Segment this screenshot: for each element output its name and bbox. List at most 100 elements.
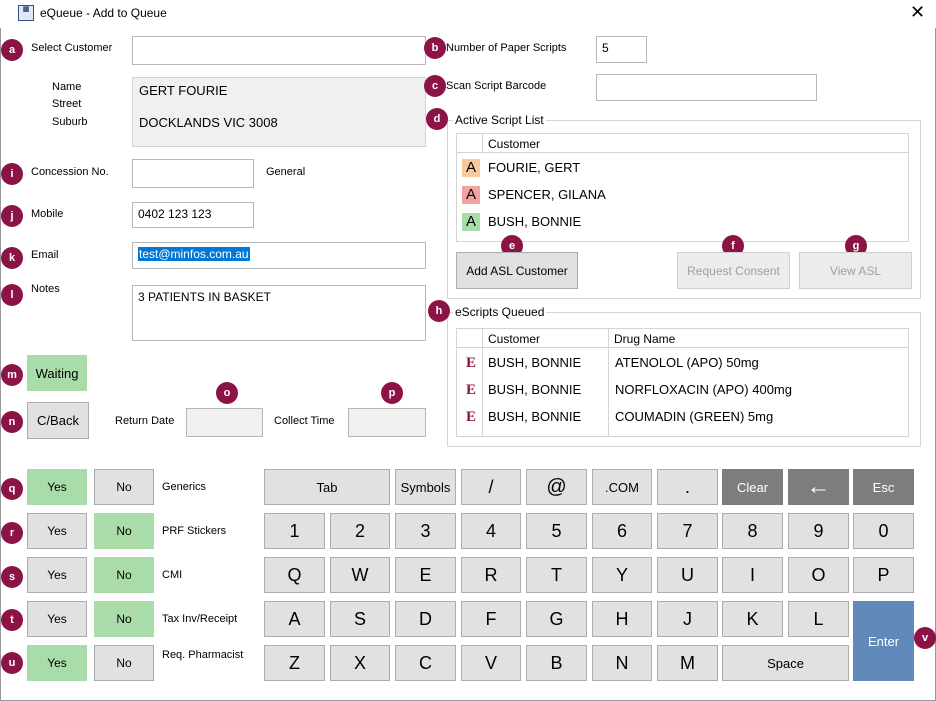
key-dotcom[interactable]: .COM bbox=[592, 469, 652, 505]
key-5[interactable]: 5 bbox=[526, 513, 587, 549]
title-bar: ▦ eQueue - Add to Queue ✕ bbox=[0, 0, 936, 28]
concession-input[interactable] bbox=[132, 159, 254, 188]
key-j[interactable]: J bbox=[657, 601, 718, 637]
select-customer-input[interactable] bbox=[132, 36, 426, 65]
key-o[interactable]: O bbox=[788, 557, 849, 593]
generics-yes-button[interactable]: Yes bbox=[27, 469, 87, 505]
escript-tag: E bbox=[465, 382, 476, 398]
email-input[interactable]: test@minfos.com.au bbox=[132, 242, 426, 269]
req-pharmacist-no-button[interactable]: No bbox=[94, 645, 154, 681]
key-g[interactable]: G bbox=[526, 601, 587, 637]
active-col-customer: Customer bbox=[488, 137, 541, 151]
key-q[interactable]: Q bbox=[264, 557, 325, 593]
key-v[interactable]: V bbox=[461, 645, 521, 681]
key-7[interactable]: 7 bbox=[657, 513, 718, 549]
key-e[interactable]: E bbox=[395, 557, 456, 593]
key-9[interactable]: 9 bbox=[788, 513, 849, 549]
collect-time-input[interactable] bbox=[348, 408, 426, 437]
mobile-input[interactable]: 0402 123 123 bbox=[132, 202, 254, 228]
escripts-col-drug: Drug Name bbox=[614, 332, 676, 346]
key-6[interactable]: 6 bbox=[592, 513, 652, 549]
key-0[interactable]: 0 bbox=[853, 513, 914, 549]
key-3[interactable]: 3 bbox=[395, 513, 456, 549]
generics-no-button[interactable]: No bbox=[94, 469, 154, 505]
asl-tag: A bbox=[462, 186, 480, 204]
key-h[interactable]: H bbox=[592, 601, 652, 637]
badge-b: b bbox=[424, 37, 446, 59]
key-w[interactable]: W bbox=[330, 557, 390, 593]
barcode-input[interactable] bbox=[596, 74, 817, 101]
tax-invoice-yes-button[interactable]: Yes bbox=[27, 601, 87, 637]
key-8[interactable]: 8 bbox=[722, 513, 783, 549]
key-x[interactable]: X bbox=[330, 645, 390, 681]
list-item[interactable]: A FOURIE, GERT bbox=[457, 154, 908, 181]
key-f[interactable]: F bbox=[461, 601, 521, 637]
window-title: eQueue - Add to Queue bbox=[40, 6, 167, 20]
key-4[interactable]: 4 bbox=[461, 513, 521, 549]
key-esc[interactable]: Esc bbox=[853, 469, 914, 505]
key-k[interactable]: K bbox=[722, 601, 783, 637]
key-l[interactable]: L bbox=[788, 601, 849, 637]
key-a[interactable]: A bbox=[264, 601, 325, 637]
badge-s: s bbox=[1, 566, 23, 588]
paper-scripts-input[interactable]: 5 bbox=[596, 36, 647, 63]
key-s[interactable]: S bbox=[330, 601, 390, 637]
key-u[interactable]: U bbox=[657, 557, 718, 593]
list-item[interactable]: A SPENCER, GILANA bbox=[457, 181, 908, 208]
escripts-list[interactable]: Customer Drug Name E BUSH, BONNIE ATENOL… bbox=[456, 328, 909, 437]
key-clear[interactable]: Clear bbox=[722, 469, 783, 505]
key-tab[interactable]: Tab bbox=[264, 469, 390, 505]
escript-drug: ATENOLOL (APO) 50mg bbox=[615, 355, 759, 370]
key-slash[interactable]: / bbox=[461, 469, 521, 505]
badge-q: q bbox=[1, 478, 23, 500]
barcode-label: Scan Script Barcode bbox=[446, 80, 547, 92]
waiting-button[interactable]: Waiting bbox=[27, 355, 87, 391]
request-consent-button[interactable]: Request Consent bbox=[677, 252, 790, 289]
cmi-yes-button[interactable]: Yes bbox=[27, 557, 87, 593]
escript-drug: COUMADIN (GREEN) 5mg bbox=[615, 409, 774, 424]
key-1[interactable]: 1 bbox=[264, 513, 325, 549]
table-row[interactable]: E BUSH, BONNIE ATENOLOL (APO) 50mg bbox=[457, 349, 908, 376]
active-script-title: Active Script List bbox=[453, 113, 546, 127]
key-2[interactable]: 2 bbox=[330, 513, 390, 549]
key-n[interactable]: N bbox=[592, 645, 652, 681]
notes-input[interactable]: 3 PATIENTS IN BASKET bbox=[132, 285, 426, 341]
prf-stickers-yes-button[interactable]: Yes bbox=[27, 513, 87, 549]
key-space[interactable]: Space bbox=[722, 645, 849, 681]
key-b[interactable]: B bbox=[526, 645, 587, 681]
key-c[interactable]: C bbox=[395, 645, 456, 681]
asl-tag: A bbox=[462, 213, 480, 231]
badge-o: o bbox=[216, 382, 238, 404]
key-m[interactable]: M bbox=[657, 645, 718, 681]
key-at[interactable]: @ bbox=[526, 469, 587, 505]
key-i[interactable]: I bbox=[722, 557, 783, 593]
key-d[interactable]: D bbox=[395, 601, 456, 637]
generics-label: Generics bbox=[162, 481, 207, 493]
tax-invoice-no-button[interactable]: No bbox=[94, 601, 154, 637]
prf-stickers-no-button[interactable]: No bbox=[94, 513, 154, 549]
key-t[interactable]: T bbox=[526, 557, 587, 593]
key-r[interactable]: R bbox=[461, 557, 521, 593]
key-z[interactable]: Z bbox=[264, 645, 325, 681]
req-pharmacist-yes-button[interactable]: Yes bbox=[27, 645, 87, 681]
close-icon[interactable]: ✕ bbox=[910, 3, 925, 21]
key-y[interactable]: Y bbox=[592, 557, 652, 593]
list-item[interactable]: A BUSH, BONNIE bbox=[457, 208, 908, 235]
customer-name-value: GERT FOURIE bbox=[139, 83, 228, 98]
table-row[interactable]: E BUSH, BONNIE COUMADIN (GREEN) 5mg bbox=[457, 403, 908, 430]
add-asl-customer-button[interactable]: Add ASL Customer bbox=[456, 252, 578, 289]
key-enter[interactable]: Enter bbox=[853, 601, 914, 681]
key-symbols[interactable]: Symbols bbox=[395, 469, 456, 505]
name-label: Name bbox=[52, 81, 82, 93]
callback-button[interactable]: C/Back bbox=[27, 402, 89, 439]
view-asl-button[interactable]: View ASL bbox=[799, 252, 912, 289]
street-label: Street bbox=[52, 98, 82, 110]
table-row[interactable]: E BUSH, BONNIE NORFLOXACIN (APO) 400mg bbox=[457, 376, 908, 403]
badge-a: a bbox=[1, 39, 23, 61]
key-period[interactable]: . bbox=[657, 469, 718, 505]
return-date-input[interactable] bbox=[186, 408, 263, 437]
active-script-list[interactable]: Customer A FOURIE, GERT A SPENCER, GILAN… bbox=[456, 133, 909, 242]
key-p[interactable]: P bbox=[853, 557, 914, 593]
backspace-icon[interactable]: ← bbox=[788, 469, 849, 505]
cmi-no-button[interactable]: No bbox=[94, 557, 154, 593]
